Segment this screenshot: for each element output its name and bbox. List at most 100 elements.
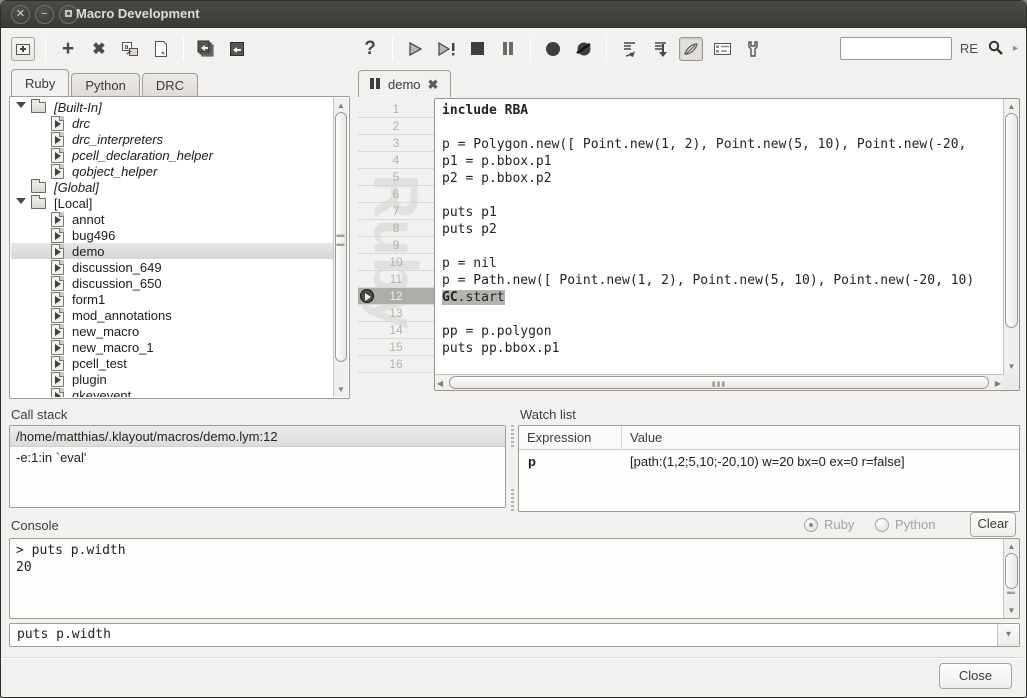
help-button[interactable]: ? <box>358 37 382 61</box>
run-from-current-button[interactable] <box>434 37 458 61</box>
watch-column-value[interactable]: Value <box>622 426 1019 449</box>
window-close-button[interactable]: ✕ <box>11 5 30 24</box>
code-line-14[interactable]: pp = p.polygon <box>442 323 1003 340</box>
expander-icon[interactable] <box>11 194 31 212</box>
gutter-line-4[interactable]: 4 <box>358 152 434 169</box>
titlebar[interactable]: ✕ − Macro Development <box>1 1 1026 28</box>
call-stack-frame[interactable]: -e:1:in `eval' <box>10 447 505 468</box>
tree-item-annot[interactable]: annot <box>11 211 333 227</box>
gutter-line-13[interactable]: 13 <box>358 305 434 322</box>
code-line-11[interactable]: p = Path.new([ Point.new(1, 2), Point.ne… <box>442 272 1003 289</box>
clear-button[interactable]: Clear <box>970 512 1016 537</box>
gutter-line-14[interactable]: 14 <box>358 322 434 339</box>
import-macro-button[interactable] <box>149 37 173 61</box>
tree-item-new-macro[interactable]: new_macro <box>11 323 333 339</box>
stop-button[interactable] <box>465 37 489 61</box>
gutter-line-6[interactable]: 6 <box>358 186 434 203</box>
tree-item-form1[interactable]: form1 <box>11 291 333 307</box>
call-stack-frame[interactable]: /home/matthias/.klayout/macros/demo.lym:… <box>10 426 505 447</box>
rename-macro-button[interactable]: a <box>118 37 142 61</box>
add-location-button[interactable] <box>11 37 35 61</box>
clear-breakpoints-button[interactable] <box>572 37 596 61</box>
tree-item-local[interactable]: [Local] <box>11 195 333 211</box>
gutter-line-12[interactable]: 12 <box>358 288 434 305</box>
tree-item-drc-interpreters[interactable]: drc_interpreters <box>11 131 333 147</box>
tree-item-mod-annotations[interactable]: mod_annotations <box>11 307 333 323</box>
code-line-10[interactable]: p = nil <box>442 255 1003 272</box>
tree-item-plugin[interactable]: plugin <box>11 371 333 387</box>
code-line-2[interactable] <box>442 119 1003 136</box>
breakpoint-button[interactable] <box>541 37 565 61</box>
tree-item-drc[interactable]: drc <box>11 115 333 131</box>
tab-close-icon[interactable]: ✖ <box>428 77 439 93</box>
gutter-line-5[interactable]: 5 <box>358 169 434 186</box>
code-line-7[interactable]: puts p1 <box>442 204 1003 221</box>
delete-macro-button[interactable]: ✖ <box>87 37 111 61</box>
watch-row[interactable]: p[path:(1,2;5,10;-20,10) w=20 bx=0 ex=0 … <box>519 450 1019 473</box>
tree-item-qkeyevent[interactable]: qkeyevent <box>11 387 333 397</box>
code-line-4[interactable]: p1 = p.bbox.p1 <box>442 153 1003 170</box>
gutter-line-9[interactable]: 9 <box>358 237 434 254</box>
new-macro-button[interactable]: + <box>56 37 80 61</box>
code-area[interactable]: include RBA p = Polygon.new([ Point.new(1… <box>434 98 1020 391</box>
edit-mode-toggle[interactable] <box>679 37 703 61</box>
step-into-button[interactable] <box>617 37 641 61</box>
gutter-line-16[interactable]: 16 <box>358 356 434 373</box>
expander-icon[interactable] <box>11 99 31 116</box>
tree-item-built-in[interactable]: [Built-In] <box>11 99 333 115</box>
close-button[interactable]: Close <box>939 663 1012 689</box>
gutter-line-1[interactable]: 1 <box>358 101 434 118</box>
code-line-3[interactable]: p = Polygon.new([ Point.new(1, 2), Point… <box>442 136 1003 153</box>
run-button[interactable] <box>403 37 427 61</box>
window-minimize-button[interactable]: − <box>35 5 54 24</box>
tree-item-pcell-declaration-helper[interactable]: pcell_declaration_helper <box>11 147 333 163</box>
gutter-line-2[interactable]: 2 <box>358 118 434 135</box>
regexp-toggle[interactable]: RE <box>960 41 978 56</box>
gutter-line-11[interactable]: 11 <box>358 271 434 288</box>
editor-vertical-scrollbar[interactable]: ▲ ▼ <box>1003 99 1019 374</box>
search-input[interactable] <box>840 37 952 60</box>
tree-item-discussion-650[interactable]: discussion_650 <box>11 275 333 291</box>
code-line-15[interactable]: puts pp.bbox.p1 <box>442 340 1003 357</box>
code-line-5[interactable]: p2 = p.bbox.p2 <box>442 170 1003 187</box>
tree-item-bug496[interactable]: bug496 <box>11 227 333 243</box>
tab-python[interactable]: Python <box>71 73 139 96</box>
tab-ruby[interactable]: Ruby <box>11 69 69 96</box>
tab-demo[interactable]: demo ✖ <box>358 70 451 97</box>
code-line-12[interactable]: GC.start <box>442 289 1003 306</box>
console-output[interactable]: > puts p.width20 ▲ ▼ ▬ <box>9 538 1020 619</box>
watch-column-expression[interactable]: Expression <box>519 426 622 449</box>
setup-button[interactable] <box>741 37 765 61</box>
tree-item-qobject-helper[interactable]: qobject_helper <box>11 163 333 179</box>
editor-gutter[interactable]: Ruby 12345678910111213141516 <box>358 98 434 391</box>
code-line-8[interactable]: puts p2 <box>442 221 1003 238</box>
save-all-macros-button[interactable] <box>194 37 218 61</box>
console-scrollbar[interactable]: ▲ ▼ ▬ <box>1003 539 1019 618</box>
tree-item-pcell-test[interactable]: pcell_test <box>11 355 333 371</box>
gutter-line-10[interactable]: 10 <box>358 254 434 271</box>
gutter-line-8[interactable]: 8 <box>358 220 434 237</box>
pause-button[interactable] <box>496 37 520 61</box>
editor-horizontal-scrollbar[interactable]: ▮▮▮ ◀ ▶ <box>435 374 1003 390</box>
history-dropdown-button[interactable]: ▾ <box>997 624 1019 646</box>
tree-item-demo[interactable]: demo <box>11 243 333 259</box>
step-over-button[interactable] <box>648 37 672 61</box>
search-button[interactable] <box>986 39 1005 58</box>
search-options-expander[interactable]: ▸ <box>1013 43 1018 54</box>
gutter-line-7[interactable]: 7 <box>358 203 434 220</box>
tree-scrollbar[interactable]: ▬▬ ▼ ▲ <box>333 98 348 397</box>
gutter-line-3[interactable]: 3 <box>358 135 434 152</box>
save-macro-button[interactable] <box>225 37 249 61</box>
tree-item-discussion-649[interactable]: discussion_649 <box>11 259 333 275</box>
tree-item-new-macro-1[interactable]: new_macro_1 <box>11 339 333 355</box>
console-input[interactable]: puts p.width ▾ <box>9 623 1020 647</box>
gutter-line-15[interactable]: 15 <box>358 339 434 356</box>
code-line-1[interactable]: include RBA <box>442 102 1003 119</box>
panel-splitter[interactable] <box>508 425 517 511</box>
properties-button[interactable] <box>710 37 734 61</box>
tree-item-global[interactable]: [Global] <box>11 179 333 195</box>
code-line-9[interactable] <box>442 238 1003 255</box>
code-line-6[interactable] <box>442 187 1003 204</box>
tab-drc[interactable]: DRC <box>142 73 198 96</box>
code-line-13[interactable] <box>442 306 1003 323</box>
